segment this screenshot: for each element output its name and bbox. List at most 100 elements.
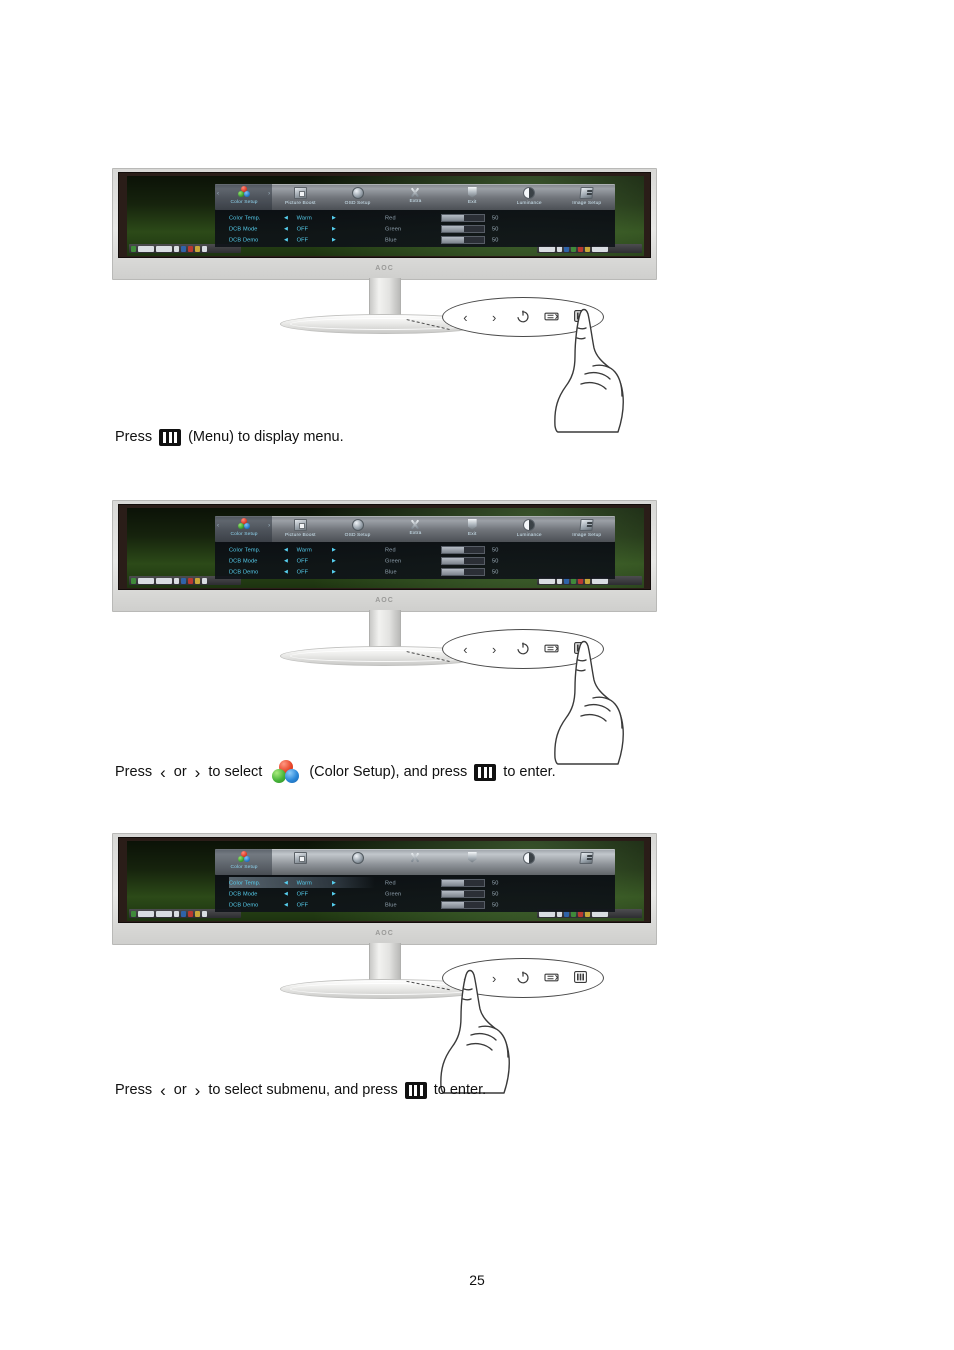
monitor-bezel: Color Setup Color Temp. ◀ Warm ▶ DCB Mod… [118, 837, 651, 923]
osd-row-red[interactable]: Red 50 [385, 212, 615, 223]
green-value: 50 [492, 557, 499, 564]
osd-item-label: Color Setup [230, 864, 258, 870]
osd-row-value: OFF [296, 568, 309, 575]
blue-value: 50 [492, 901, 499, 908]
hand-pressing-menu-button [544, 640, 654, 765]
osd-row-value: OFF [296, 557, 309, 564]
osd-item-osd-setup[interactable]: OSD Setup [329, 516, 386, 542]
osd-row-blue[interactable]: Blue 50 [385, 234, 615, 245]
osd-item-extra[interactable]: Extra [386, 516, 443, 542]
monitor-illustration-1: ‹ › Color Setup Picture Boost OSD Setup [112, 168, 657, 286]
red-value: 50 [492, 879, 499, 886]
osd-item-exit[interactable]: Exit [444, 184, 501, 210]
caption-text: Press [115, 1082, 153, 1098]
osd-item-label: Extra [408, 530, 421, 536]
menu-button[interactable] [573, 971, 589, 985]
green-value: 50 [492, 225, 499, 232]
osd-row-red[interactable]: Red 50 [385, 877, 615, 888]
red-slider[interactable] [441, 878, 485, 887]
source-button[interactable] [544, 972, 560, 985]
left-button[interactable]: ‹ [457, 643, 473, 656]
osd-row-dcb-mode[interactable]: DCB Mode ◀ OFF ▶ [229, 888, 375, 899]
osd-item-exit[interactable] [444, 849, 501, 875]
page-number: 25 [469, 1272, 485, 1288]
osd-nav-right-icon[interactable]: › [268, 191, 270, 197]
osd-item-color-setup[interactable]: ‹ › Color Setup [215, 184, 273, 210]
right-button[interactable]: › [486, 311, 502, 324]
osd-item-extra[interactable] [386, 849, 443, 875]
osd-row-green[interactable]: Green 50 [385, 888, 615, 899]
green-slider[interactable] [441, 224, 485, 233]
osd-row-blue[interactable]: Blue 50 [385, 899, 615, 910]
osd-icon-bar: ‹ › Color Setup Picture Boost OSD Setup [215, 516, 615, 542]
osd-item-luminance[interactable]: Luminance [501, 516, 558, 542]
osd-setup-icon [351, 187, 364, 199]
osd-item-color-setup[interactable]: Color Setup [215, 849, 273, 875]
osd-nav-right-icon[interactable]: › [268, 523, 270, 529]
menu-key-icon [404, 1081, 427, 1099]
osd-row-color-temp[interactable]: Color Temp. ◀ Warm ▶ [229, 877, 375, 888]
osd-row-dcb-demo[interactable]: DCB Demo ◀ OFF ▶ [229, 899, 375, 910]
osd-item-exit[interactable]: Exit [444, 516, 501, 542]
osd-item-label: OSD Setup [344, 532, 371, 538]
osd-setup-icon [351, 852, 364, 864]
blue-slider[interactable] [441, 567, 485, 576]
caption-text: to select submenu, and press [208, 1082, 398, 1098]
osd-row-color-temp[interactable]: Color Temp. ◀ Warm ▶ [229, 544, 375, 555]
left-button[interactable]: ‹ [457, 311, 473, 324]
osd-item-label: Luminance [516, 532, 542, 538]
osd-item-label: Exit [467, 198, 477, 204]
osd-item-osd-setup[interactable] [329, 849, 386, 875]
osd-item-label: Exit [467, 530, 477, 536]
osd-body: Color Temp. ◀ Warm ▶ DCB Mode ◀ OFF ▶ DC… [215, 542, 615, 579]
picture-boost-icon [294, 519, 308, 531]
osd-item-luminance[interactable] [501, 849, 558, 875]
power-button[interactable] [515, 309, 531, 325]
exit-icon [467, 518, 477, 530]
osd-row-green[interactable]: Green 50 [385, 555, 615, 566]
power-button[interactable] [515, 641, 531, 657]
osd-row-dcb-mode[interactable]: DCB Mode ◀ OFF ▶ [229, 555, 375, 566]
osd-item-picture-boost[interactable] [272, 849, 329, 875]
osd-item-image-setup[interactable] [558, 849, 615, 875]
osd-item-luminance[interactable]: Luminance [501, 184, 558, 210]
aoc-logo: AOC [375, 264, 394, 272]
image-setup-icon [579, 519, 594, 531]
caption-text: (Menu) to display menu. [188, 429, 344, 445]
right-button[interactable]: › [486, 643, 502, 656]
osd-row-blue[interactable]: Blue 50 [385, 566, 615, 577]
caption-text: to enter. [503, 764, 556, 780]
osd-row-color-temp[interactable]: Color Temp. ◀ Warm ▶ [229, 212, 375, 223]
osd-item-picture-boost[interactable]: Picture Boost [272, 184, 329, 210]
osd-nav-left-icon[interactable]: ‹ [217, 191, 219, 197]
blue-slider[interactable] [441, 900, 485, 909]
osd-row-value: Warm [296, 546, 312, 553]
osd-item-extra[interactable]: Extra [386, 184, 443, 210]
monitor-screen: Color Setup Color Temp. ◀ Warm ▶ DCB Mod… [127, 841, 644, 921]
osd-row-dcb-mode[interactable]: DCB Mode ◀ OFF ▶ [229, 223, 375, 234]
red-slider[interactable] [441, 213, 485, 222]
osd-row-value: Warm [296, 879, 312, 886]
green-slider[interactable] [441, 889, 485, 898]
monitor-screen: ‹ › Color Setup Picture Boost OSD Setup [127, 176, 644, 256]
osd-item-color-setup[interactable]: ‹ › Color Setup [215, 516, 273, 542]
osd-row-dcb-demo[interactable]: DCB Demo ◀ OFF ▶ [229, 566, 375, 577]
osd-body: Color Temp. ◀ Warm ▶ DCB Mode ◀ OFF ▶ DC… [215, 875, 615, 912]
osd-row-dcb-demo[interactable]: DCB Demo ◀ OFF ▶ [229, 234, 375, 245]
osd-item-image-setup[interactable]: Image Setup [558, 516, 615, 542]
osd-row-green[interactable]: Green 50 [385, 223, 615, 234]
green-slider[interactable] [441, 556, 485, 565]
osd-row-red[interactable]: Red 50 [385, 544, 615, 555]
blue-slider[interactable] [441, 235, 485, 244]
osd-item-label: OSD Setup [344, 200, 371, 206]
exit-icon [467, 186, 477, 198]
osd-item-osd-setup[interactable]: OSD Setup [329, 184, 386, 210]
monitor-bezel: ‹ › Color Setup Picture Boost OSD Setup [118, 172, 651, 258]
osd-item-picture-boost[interactable]: Picture Boost [272, 516, 329, 542]
caption-text: to enter. [433, 1082, 487, 1098]
osd-nav-left-icon[interactable]: ‹ [217, 523, 219, 529]
caption-step-2: Press ‹ or › to select (Color Setup), an… [112, 760, 559, 784]
osd-item-image-setup[interactable]: Image Setup [558, 184, 615, 210]
red-slider[interactable] [441, 545, 485, 554]
osd-row-value: Warm [296, 214, 312, 221]
